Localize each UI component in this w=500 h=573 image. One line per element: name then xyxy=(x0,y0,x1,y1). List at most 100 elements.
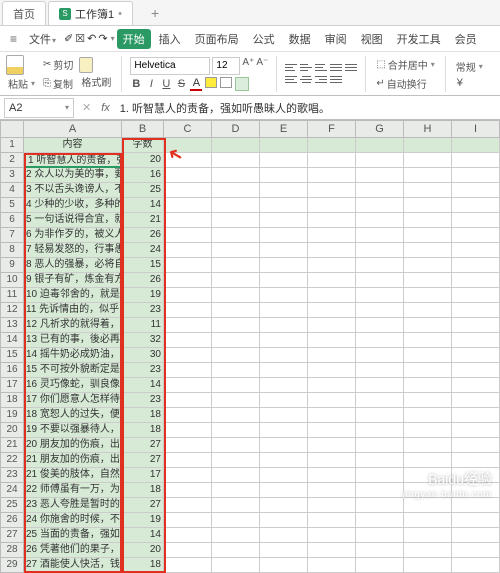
cell-D17[interactable] xyxy=(212,378,260,393)
cell-D24[interactable] xyxy=(212,483,260,498)
cell-G10[interactable] xyxy=(356,273,404,288)
cell-A21[interactable]: 20 朋友加的伤痕，出 xyxy=(24,438,122,453)
cell-F29[interactable] xyxy=(308,558,356,573)
cell-G4[interactable] xyxy=(356,183,404,198)
cell-B12[interactable]: 23 xyxy=(122,303,164,318)
cell-A3[interactable]: 2 众人以为美的事，要 xyxy=(24,168,122,183)
cell-G2[interactable] xyxy=(356,153,404,168)
cell-C20[interactable] xyxy=(164,423,212,438)
cell-A14[interactable]: 13 已有的事，後必再 xyxy=(24,333,122,348)
menu-layout[interactable]: 页面布局 xyxy=(189,29,245,49)
cell-F21[interactable] xyxy=(308,438,356,453)
cell-C1[interactable] xyxy=(164,138,212,153)
cell-G21[interactable] xyxy=(356,438,404,453)
row-header-3[interactable]: 3 xyxy=(0,168,24,183)
cell-A5[interactable]: 4 少种的少收，多种的 xyxy=(24,198,122,213)
cell-F10[interactable] xyxy=(308,273,356,288)
cell-A9[interactable]: 8 恶人的强暴，必将自 xyxy=(24,258,122,273)
cell-A11[interactable]: 10 迫毒邻舍的，就是 xyxy=(24,288,122,303)
cell-I19[interactable] xyxy=(452,408,500,423)
col-header-F[interactable]: F xyxy=(308,120,356,138)
cell-C2[interactable] xyxy=(164,153,212,168)
row-header-20[interactable]: 20 xyxy=(0,423,24,438)
wrap-button[interactable]: ↵ 自动换行 xyxy=(374,75,436,92)
cell-B11[interactable]: 19 xyxy=(122,288,164,303)
cell-F27[interactable] xyxy=(308,528,356,543)
cell-F19[interactable] xyxy=(308,408,356,423)
currency-icon[interactable]: ¥ xyxy=(454,77,466,89)
cell-E26[interactable] xyxy=(260,513,308,528)
cell-F3[interactable] xyxy=(308,168,356,183)
row-header-22[interactable]: 22 xyxy=(0,453,24,468)
row-header-9[interactable]: 9 xyxy=(0,258,24,273)
cell-E22[interactable] xyxy=(260,453,308,468)
number-format-select[interactable]: 常规▾ xyxy=(454,58,485,75)
cell-A1[interactable]: 内容 xyxy=(24,138,122,153)
col-header-H[interactable]: H xyxy=(404,120,452,138)
cell-A6[interactable]: 5 一句话说得合宜，就 xyxy=(24,213,122,228)
cell-I1[interactable] xyxy=(452,138,500,153)
cell-D9[interactable] xyxy=(212,258,260,273)
font-size-select[interactable] xyxy=(212,57,240,75)
cell-I24[interactable] xyxy=(452,483,500,498)
cell-H9[interactable] xyxy=(404,258,452,273)
cell-E1[interactable] xyxy=(260,138,308,153)
cell-A13[interactable]: 12 凡祈求的就得着， xyxy=(24,318,122,333)
cell-B23[interactable]: 17 xyxy=(122,468,164,483)
cell-E19[interactable] xyxy=(260,408,308,423)
cell-G28[interactable] xyxy=(356,543,404,558)
cell-B17[interactable]: 14 xyxy=(122,378,164,393)
cell-I11[interactable] xyxy=(452,288,500,303)
menu-formula[interactable]: 公式 xyxy=(247,29,281,49)
row-header-4[interactable]: 4 xyxy=(0,183,24,198)
cell-D18[interactable] xyxy=(212,393,260,408)
cell-B21[interactable]: 27 xyxy=(122,438,164,453)
cell-E25[interactable] xyxy=(260,498,308,513)
row-header-14[interactable]: 14 xyxy=(0,333,24,348)
col-header-G[interactable]: G xyxy=(356,120,404,138)
cell-G18[interactable] xyxy=(356,393,404,408)
cell-F15[interactable] xyxy=(308,348,356,363)
cell-G12[interactable] xyxy=(356,303,404,318)
cell-C26[interactable] xyxy=(164,513,212,528)
cell-E21[interactable] xyxy=(260,438,308,453)
cell-G25[interactable] xyxy=(356,498,404,513)
cell-A4[interactable]: 3 不以舌头谗谤人，不 xyxy=(24,183,122,198)
cell-E3[interactable] xyxy=(260,168,308,183)
cell-E14[interactable] xyxy=(260,333,308,348)
cell-H21[interactable] xyxy=(404,438,452,453)
select-all-corner[interactable] xyxy=(0,120,24,138)
tab-home[interactable]: 首页 xyxy=(2,1,46,25)
cell-E8[interactable] xyxy=(260,243,308,258)
row-header-23[interactable]: 23 xyxy=(0,468,24,483)
cell-G7[interactable] xyxy=(356,228,404,243)
menu-extra[interactable]: 会员 xyxy=(449,29,483,49)
cell-G29[interactable] xyxy=(356,558,404,573)
cell-C11[interactable] xyxy=(164,288,212,303)
cell-C9[interactable] xyxy=(164,258,212,273)
cell-A23[interactable]: 21 俊美的肢体，自然 xyxy=(24,468,122,483)
cell-E18[interactable] xyxy=(260,393,308,408)
cell-F2[interactable] xyxy=(308,153,356,168)
cell-C16[interactable] xyxy=(164,363,212,378)
menu-icon-1[interactable]: ✐ xyxy=(64,32,73,45)
cell-E12[interactable] xyxy=(260,303,308,318)
row-header-25[interactable]: 25 xyxy=(0,498,24,513)
cell-H12[interactable] xyxy=(404,303,452,318)
cell-B3[interactable]: 16 xyxy=(122,168,164,183)
cell-A8[interactable]: 7 轻易发怒的，行事愚 xyxy=(24,243,122,258)
cell-D14[interactable] xyxy=(212,333,260,348)
cell-A20[interactable]: 19 不要以强暴待人， xyxy=(24,423,122,438)
row-header-19[interactable]: 19 xyxy=(0,408,24,423)
row-header-10[interactable]: 10 xyxy=(0,273,24,288)
cell-H24[interactable] xyxy=(404,483,452,498)
col-header-I[interactable]: I xyxy=(452,120,500,138)
cell-H28[interactable] xyxy=(404,543,452,558)
menu-icon-2[interactable]: ☒ xyxy=(75,32,85,45)
paste-icon[interactable] xyxy=(6,55,24,75)
cell-E10[interactable] xyxy=(260,273,308,288)
cell-F25[interactable] xyxy=(308,498,356,513)
cell-G26[interactable] xyxy=(356,513,404,528)
cell-B27[interactable]: 14 xyxy=(122,528,164,543)
cell-C15[interactable] xyxy=(164,348,212,363)
